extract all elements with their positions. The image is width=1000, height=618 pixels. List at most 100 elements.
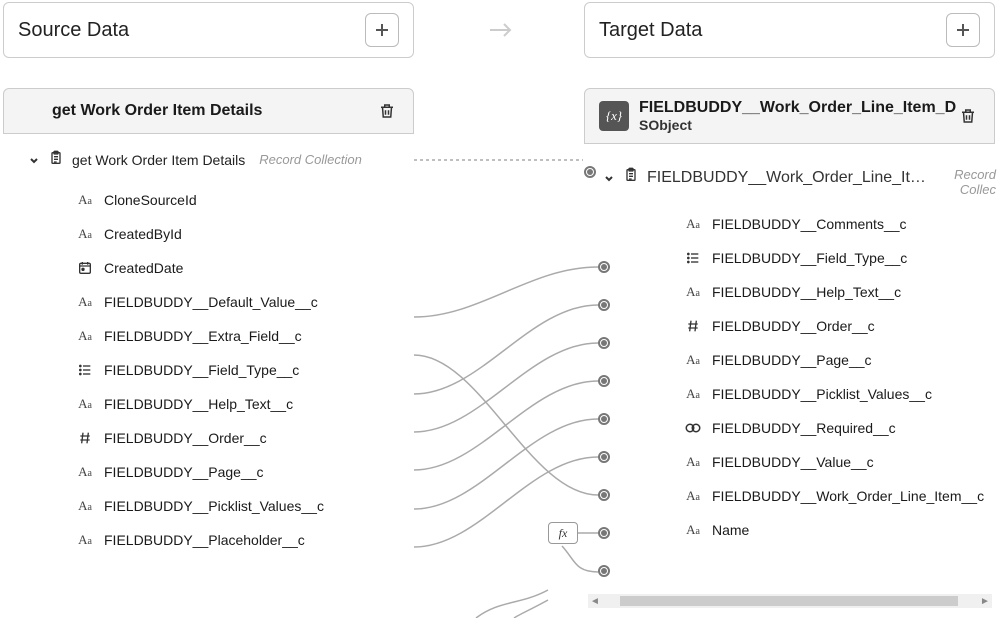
lookup-type-icon xyxy=(684,421,702,435)
target-field-label: FIELDBUDDY__Value__c xyxy=(712,454,874,470)
socket-target-help-text[interactable] xyxy=(598,299,610,311)
text-type-icon xyxy=(686,284,700,300)
text-type-icon xyxy=(686,488,700,504)
plus-icon xyxy=(374,22,390,38)
target-card-header: {x} FIELDBUDDY__Work_Order_Line_Item_De.… xyxy=(584,88,995,144)
target-card-subtitle: SObject xyxy=(639,117,956,133)
text-type-icon xyxy=(686,216,700,232)
source-field-row[interactable]: FIELDBUDDY__Page__c xyxy=(28,455,414,489)
target-field-label: FIELDBUDDY__Comments__c xyxy=(712,216,907,232)
source-card-title: get Work Order Item Details xyxy=(18,102,375,120)
clipboard-icon xyxy=(48,150,64,169)
source-data-panel: Source Data xyxy=(3,2,414,58)
text-type-icon xyxy=(78,532,92,548)
delete-source-button[interactable] xyxy=(375,99,399,123)
scroll-left-icon[interactable]: ◄ xyxy=(588,596,602,607)
source-panel-title: Source Data xyxy=(18,19,129,42)
source-field-label: FIELDBUDDY__Field_Type__c xyxy=(104,362,299,378)
source-field-label: FIELDBUDDY__Help_Text__c xyxy=(104,396,293,412)
fx-formula-node[interactable]: fx xyxy=(548,522,578,544)
text-type-icon xyxy=(686,386,700,402)
source-field-row[interactable]: FIELDBUDDY__Picklist_Values__c xyxy=(28,489,414,523)
arrow-right-icon xyxy=(488,20,514,45)
target-card-title: FIELDBUDDY__Work_Order_Line_Item_De... xyxy=(639,99,956,117)
source-field-label: FIELDBUDDY__Placeholder__c xyxy=(104,532,305,548)
source-tree: get Work Order Item Details Record Colle… xyxy=(28,150,414,557)
variable-icon: {x} xyxy=(599,101,629,131)
socket-target-order[interactable] xyxy=(598,337,610,349)
number-type-icon xyxy=(77,430,93,446)
source-field-label: CloneSourceId xyxy=(104,192,197,208)
target-field-label: FIELDBUDDY__Required__c xyxy=(712,420,896,436)
target-field-row[interactable]: FIELDBUDDY__Work_Order_Line_Item__c xyxy=(600,479,995,513)
target-field-label: FIELDBUDDY__Help_Text__c xyxy=(712,284,901,300)
target-field-label: FIELDBUDDY__Field_Type__c xyxy=(712,250,907,266)
source-root-meta: Record Collection xyxy=(259,152,362,167)
socket-target-value[interactable] xyxy=(598,489,610,501)
source-field-label: FIELDBUDDY__Picklist_Values__c xyxy=(104,498,324,514)
target-field-row[interactable]: FIELDBUDDY__Field_Type__c xyxy=(600,241,995,275)
text-type-icon xyxy=(686,352,700,368)
delete-target-button[interactable] xyxy=(956,104,980,128)
target-field-label: Name xyxy=(712,522,749,538)
source-field-row[interactable]: FIELDBUDDY__Order__c xyxy=(28,421,414,455)
source-root-label: get Work Order Item Details xyxy=(72,152,245,168)
add-target-button[interactable] xyxy=(946,13,980,47)
text-type-icon xyxy=(686,522,700,538)
target-data-panel: Target Data xyxy=(584,2,995,58)
socket-target-page[interactable] xyxy=(598,375,610,387)
target-field-row[interactable]: FIELDBUDDY__Comments__c xyxy=(600,207,995,241)
date-type-icon xyxy=(77,260,93,276)
socket-target-required[interactable] xyxy=(598,451,610,463)
target-field-row[interactable]: FIELDBUDDY__Required__c xyxy=(600,411,995,445)
add-source-button[interactable] xyxy=(365,13,399,47)
target-field-label: FIELDBUDDY__Picklist_Values__c xyxy=(712,386,932,402)
source-field-row[interactable]: FIELDBUDDY__Default_Value__c xyxy=(28,285,414,319)
target-field-row[interactable]: Name xyxy=(600,513,995,547)
text-type-icon xyxy=(686,454,700,470)
source-field-row[interactable]: CreatedDate xyxy=(28,251,414,285)
text-type-icon xyxy=(78,226,92,242)
source-card-header: get Work Order Item Details xyxy=(3,88,414,134)
scroll-right-icon[interactable]: ► xyxy=(978,596,992,607)
text-type-icon xyxy=(78,498,92,514)
source-field-row[interactable]: FIELDBUDDY__Extra_Field__c xyxy=(28,319,414,353)
text-type-icon xyxy=(78,192,92,208)
socket-target-name[interactable] xyxy=(598,565,610,577)
source-root-row[interactable]: get Work Order Item Details Record Colle… xyxy=(28,150,414,169)
source-field-row[interactable]: FIELDBUDDY__Placeholder__c xyxy=(28,523,414,557)
picklist-type-icon xyxy=(77,362,93,378)
socket-target-field-type[interactable] xyxy=(598,261,610,273)
text-type-icon xyxy=(78,464,92,480)
socket-target-root[interactable] xyxy=(584,166,596,178)
picklist-type-icon xyxy=(685,250,701,266)
target-panel-title: Target Data xyxy=(599,19,702,42)
number-type-icon xyxy=(685,318,701,334)
target-field-row[interactable]: FIELDBUDDY__Order__c xyxy=(600,309,995,343)
target-field-label: FIELDBUDDY__Order__c xyxy=(712,318,875,334)
text-type-icon xyxy=(78,294,92,310)
source-field-row[interactable]: FIELDBUDDY__Field_Type__c xyxy=(28,353,414,387)
source-field-label: FIELDBUDDY__Order__c xyxy=(104,430,267,446)
target-tree: FIELDBUDDY__Comments__c FIELDBUDDY__Field… xyxy=(600,165,995,547)
trash-icon xyxy=(378,102,396,120)
chevron-down-icon[interactable] xyxy=(28,154,40,166)
source-field-row[interactable]: CloneSourceId xyxy=(28,183,414,217)
source-field-label: CreatedById xyxy=(104,226,182,242)
scrollbar-thumb[interactable] xyxy=(620,596,958,606)
source-field-row[interactable]: CreatedById xyxy=(28,217,414,251)
target-field-row[interactable]: FIELDBUDDY__Help_Text__c xyxy=(600,275,995,309)
source-field-label: FIELDBUDDY__Extra_Field__c xyxy=(104,328,302,344)
source-field-row[interactable]: FIELDBUDDY__Help_Text__c xyxy=(28,387,414,421)
plus-icon xyxy=(955,22,971,38)
target-field-row[interactable]: FIELDBUDDY__Picklist_Values__c xyxy=(600,377,995,411)
socket-target-picklist[interactable] xyxy=(598,413,610,425)
trash-icon xyxy=(959,107,977,125)
target-field-row[interactable]: FIELDBUDDY__Page__c xyxy=(600,343,995,377)
socket-target-woli[interactable] xyxy=(598,527,610,539)
target-field-row[interactable]: FIELDBUDDY__Value__c xyxy=(600,445,995,479)
target-field-label: FIELDBUDDY__Page__c xyxy=(712,352,872,368)
target-field-label: FIELDBUDDY__Work_Order_Line_Item__c xyxy=(712,488,984,504)
text-type-icon xyxy=(78,328,92,344)
target-horizontal-scrollbar[interactable]: ◄ ► xyxy=(588,594,992,608)
